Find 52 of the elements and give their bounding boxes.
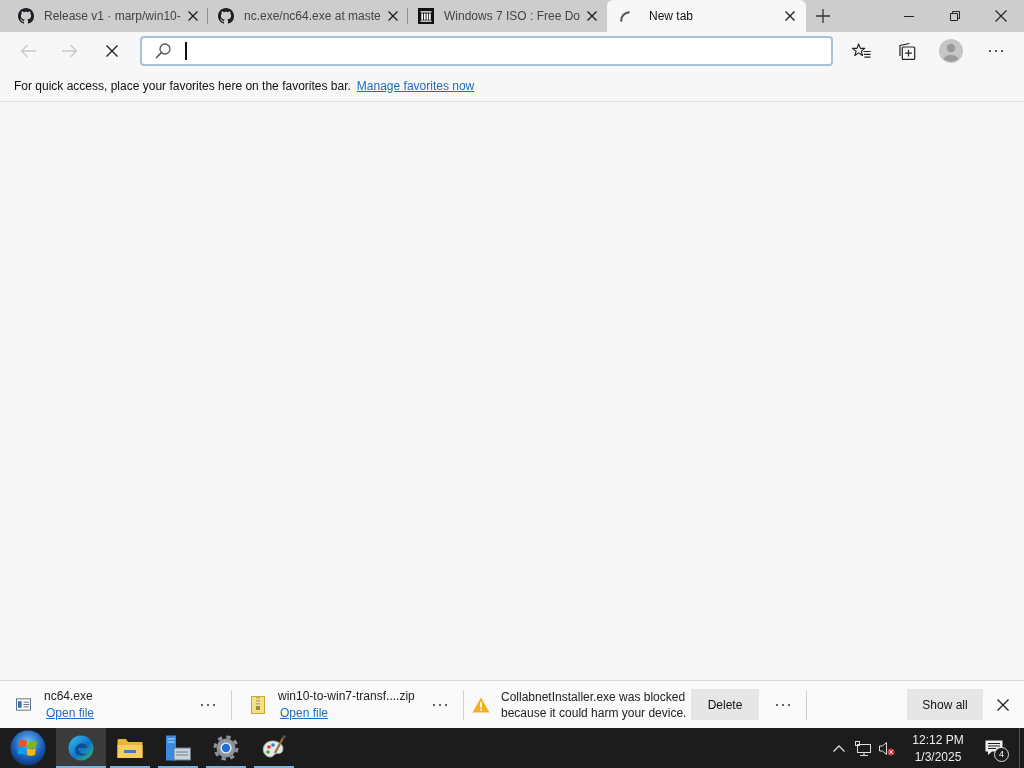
x-icon — [106, 45, 118, 57]
browser-tab[interactable]: nc.exe/nc64.exe at maste — [208, 0, 407, 32]
arrow-left-icon — [20, 44, 36, 58]
cat-logo-icon — [18, 8, 34, 24]
close-icon — [587, 11, 598, 21]
arrow-right-icon — [62, 44, 78, 58]
search-icon — [155, 43, 171, 59]
show-all-button[interactable]: Show all — [907, 689, 983, 720]
clock-time: 12:12 PM — [912, 732, 964, 747]
favorites-bar-message: For quick access, place your favorites here on the favorites bar. — [14, 78, 351, 93]
server-icon — [165, 735, 191, 761]
person-avatar-icon — [939, 39, 963, 63]
clock-date: 1/3/2025 — [914, 749, 962, 764]
restore-icon — [950, 11, 960, 21]
open-file-link[interactable]: Open file — [280, 706, 329, 720]
ellipsis-icon — [776, 703, 790, 706]
ellipsis-icon — [433, 703, 447, 706]
open-file-link[interactable]: Open file — [46, 706, 95, 720]
monitor-network-icon — [855, 740, 871, 756]
swirl-logo-icon — [68, 735, 94, 761]
chevron-up-icon — [833, 744, 845, 752]
minimize-icon — [904, 15, 914, 17]
close-icon — [387, 11, 398, 21]
browser-tab[interactable]: Windows 7 ISO : Free Do — [408, 0, 607, 32]
plus-icon — [816, 9, 830, 23]
warning-icon — [472, 696, 490, 713]
zip-file-icon — [251, 695, 265, 714]
browser-tab[interactable]: New tab — [607, 0, 806, 32]
app-window-icon — [16, 698, 31, 711]
speaker-icon — [879, 740, 895, 756]
download-filename: nc64.exe — [44, 689, 94, 703]
blocked-download-message: CollabnetInstaller.exe was blocked because it could harm your device. — [501, 688, 687, 721]
star-list-icon — [851, 42, 871, 60]
close-icon — [187, 11, 198, 21]
text-cursor — [185, 42, 187, 60]
notification-count-badge: 4 — [994, 747, 1009, 762]
delete-button[interactable]: Delete — [691, 689, 759, 720]
action-center-button[interactable]: 4 — [979, 728, 1009, 768]
cat-logo-icon — [218, 8, 234, 24]
spinner-icon — [620, 10, 630, 22]
browser-tab[interactable]: Release v1 · marp/win10- — [8, 0, 207, 32]
palette-brush-icon — [261, 735, 287, 761]
close-icon — [785, 11, 795, 21]
manage-favorites-link[interactable]: Manage favorites now — [356, 78, 475, 93]
pillars-icon — [418, 8, 434, 24]
start-orb-icon — [10, 730, 46, 766]
close-icon — [995, 10, 1007, 22]
gear-icon — [213, 735, 239, 761]
stacked-squares-plus-icon — [896, 42, 916, 60]
close-icon — [997, 698, 1009, 711]
ellipsis-icon — [201, 703, 215, 706]
download-filename: win10-to-win7-transf....zip — [278, 689, 416, 703]
